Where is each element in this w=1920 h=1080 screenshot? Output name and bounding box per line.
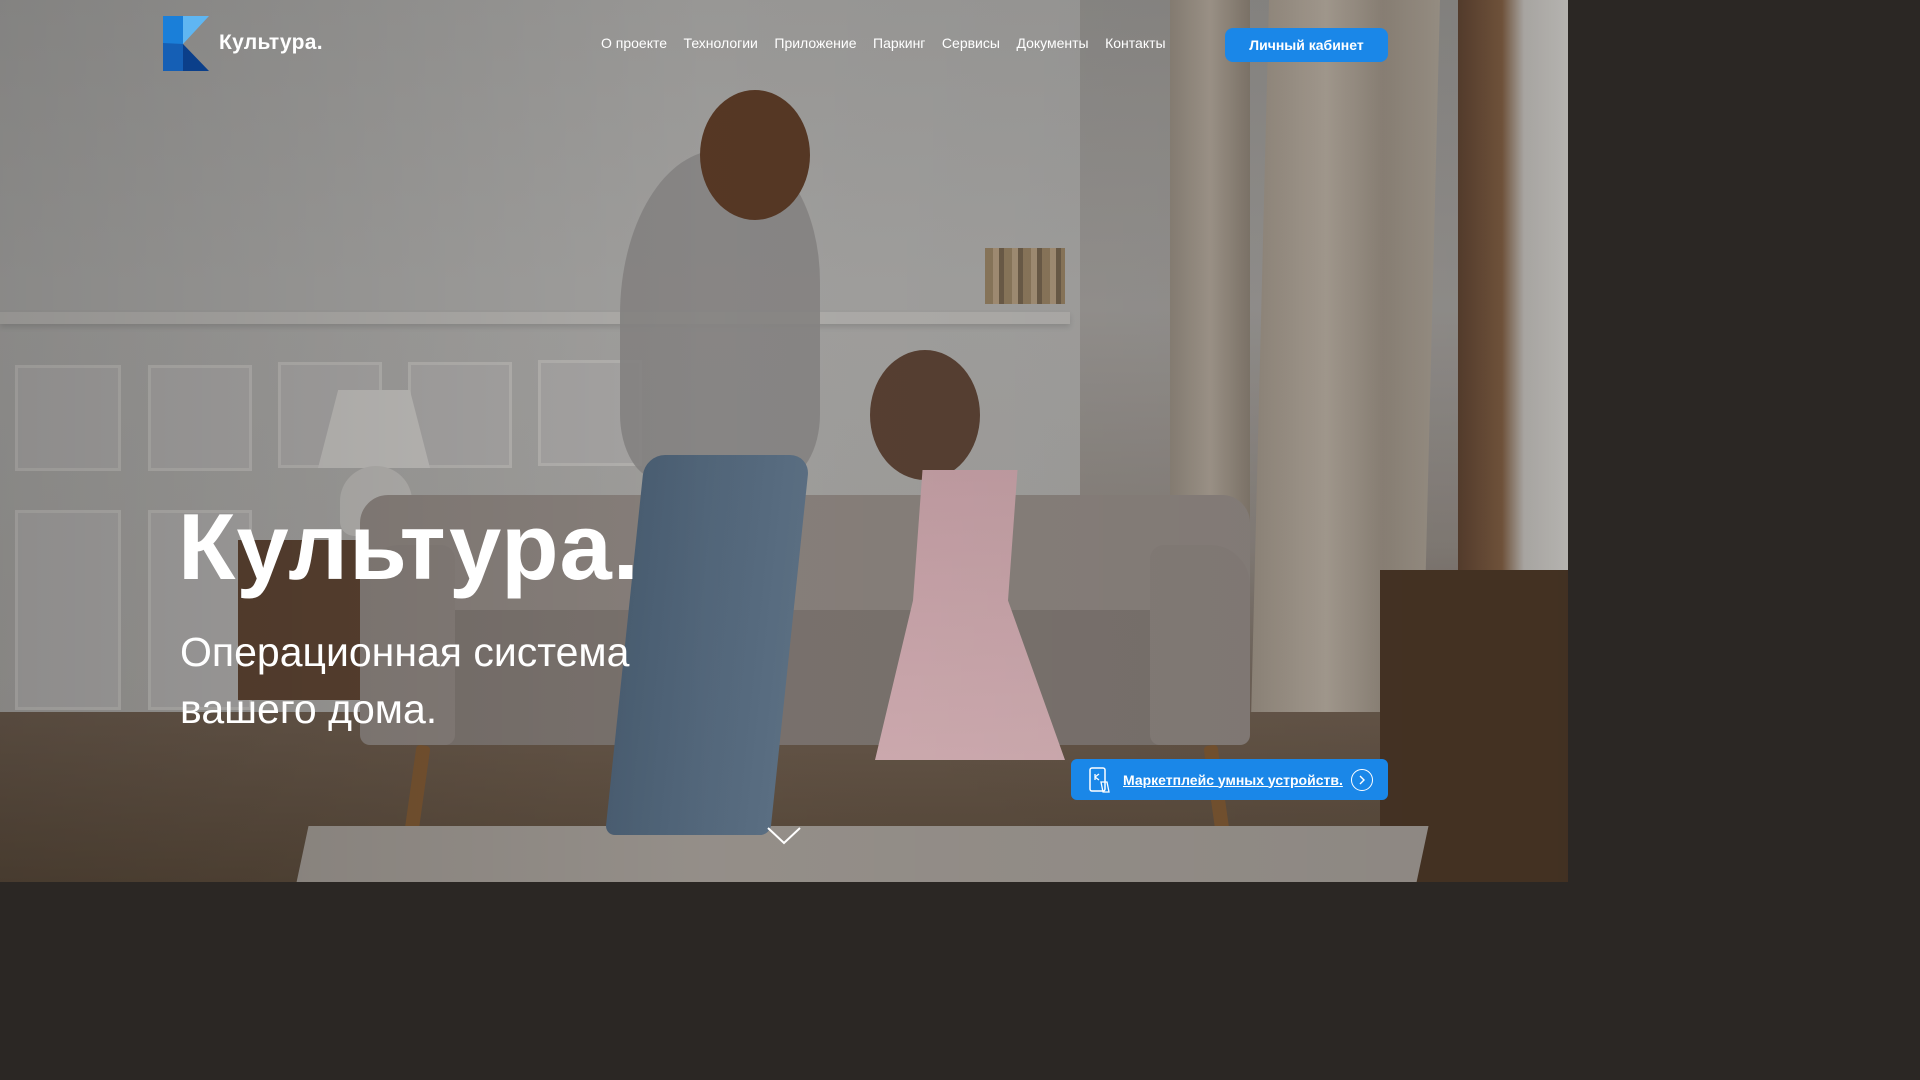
- marketplace-label: Маркетплейс умных устройств.: [1123, 771, 1343, 788]
- nav-item-parking[interactable]: Паркинг: [873, 35, 925, 51]
- nav-item-about[interactable]: О проекте: [601, 35, 667, 51]
- hero-title: Культура.: [178, 494, 640, 599]
- marketplace-button[interactable]: Маркетплейс умных устройств.: [1071, 759, 1388, 800]
- smartphone-icon: [1089, 766, 1110, 793]
- logo-text: Культура.: [219, 30, 323, 54]
- nav-item-services[interactable]: Сервисы: [942, 35, 1000, 51]
- hero-subtitle-line: вашего дома.: [180, 686, 438, 732]
- personal-cabinet-button[interactable]: Личный кабинет: [1225, 28, 1388, 62]
- hero-section: Культура. О проекте Технологии Приложени…: [0, 0, 1568, 882]
- site-header: Культура. О проекте Технологии Приложени…: [0, 0, 1568, 90]
- nav-item-app[interactable]: Приложение: [774, 35, 856, 51]
- nav-item-contacts[interactable]: Контакты: [1105, 35, 1165, 51]
- nav-item-technologies[interactable]: Технологии: [684, 35, 758, 51]
- hero-subtitle: Операционная система вашего дома.: [180, 624, 740, 738]
- logo-k-icon: [163, 16, 209, 71]
- photo-overlay: [0, 0, 1568, 882]
- logo-link[interactable]: Культура.: [163, 16, 323, 71]
- nav-item-documents[interactable]: Документы: [1016, 35, 1088, 51]
- arrow-right-circle-icon: [1351, 769, 1373, 791]
- chevron-down-icon[interactable]: [766, 826, 802, 846]
- main-nav: О проекте Технологии Приложение Паркинг …: [601, 35, 1182, 51]
- hero-subtitle-line: Операционная система: [180, 629, 630, 675]
